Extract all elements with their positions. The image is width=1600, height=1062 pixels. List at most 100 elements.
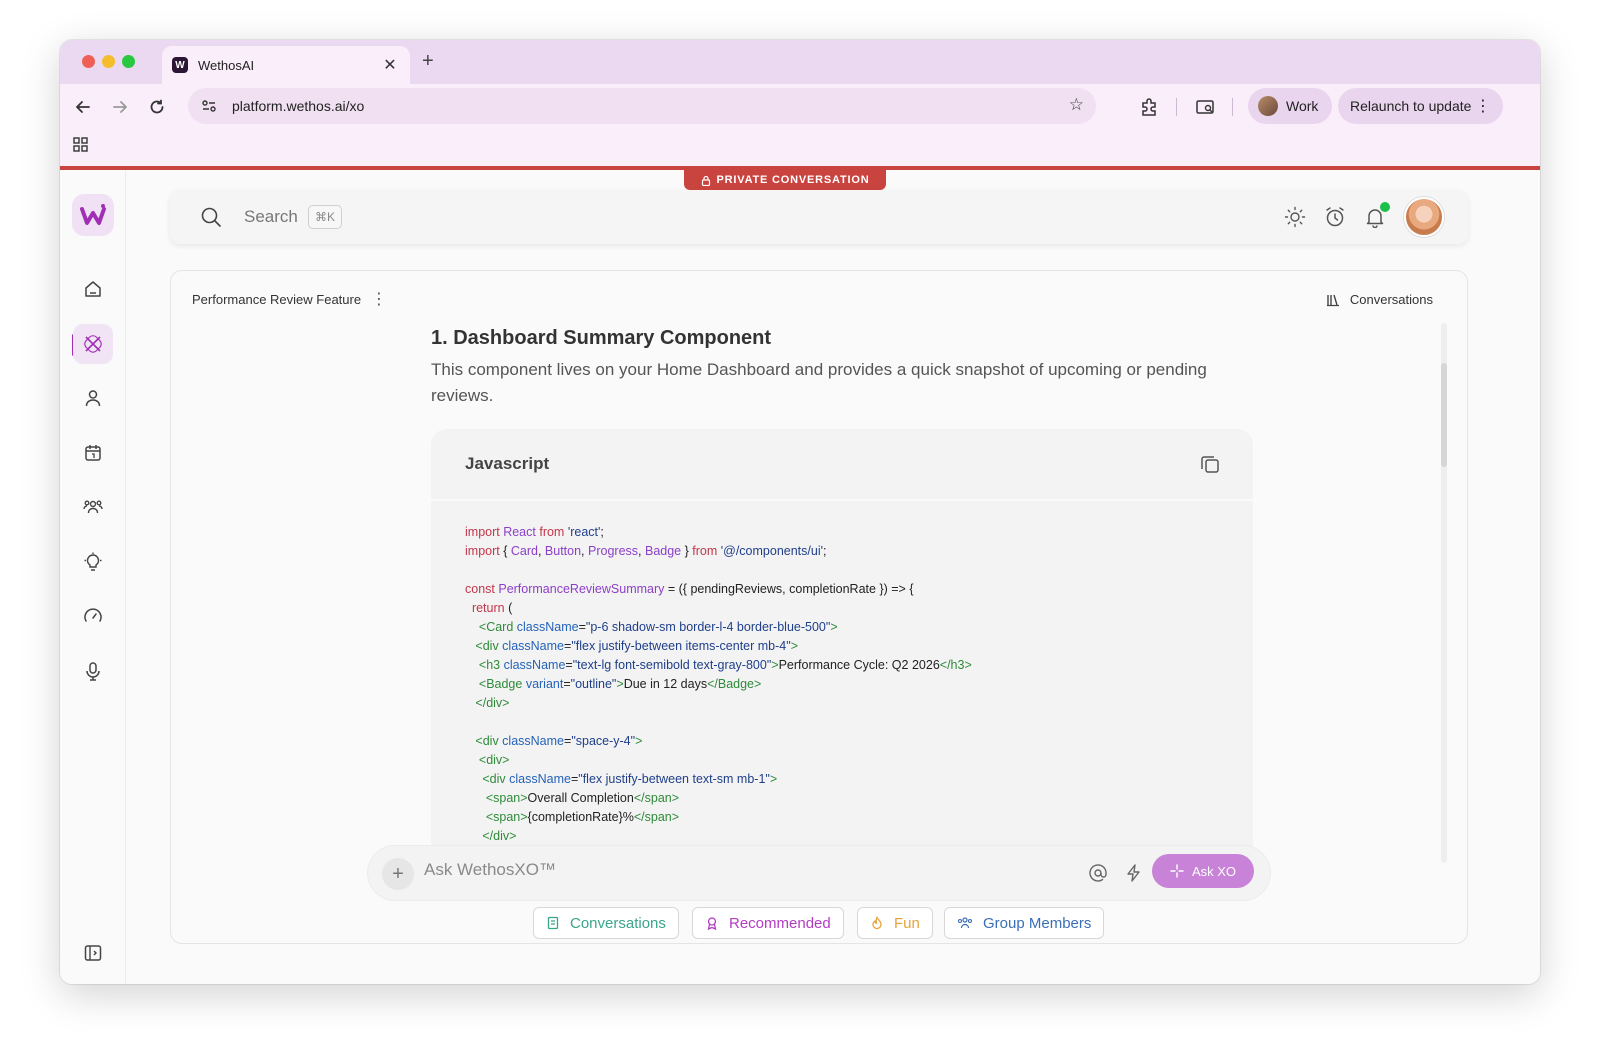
code-token: <Card [465,620,517,634]
browser-tab[interactable]: W WethosAI ✕ [162,46,410,84]
code-token: </Badge> [707,677,762,691]
sidebar-item-voice[interactable] [73,651,113,691]
code-token: <div [465,772,510,786]
sidebar-item-performance[interactable] [73,596,113,636]
conversations-link[interactable]: Conversations [1326,292,1433,307]
browser-menu-icon[interactable]: ⋮ [1475,96,1491,116]
chip-conversations[interactable]: Conversations [533,907,679,939]
code-block: Javascript import React from 'react'; imp… [431,429,1253,869]
code-token: <span> [465,810,528,824]
conversation-menu-icon[interactable]: ⋮ [371,289,387,309]
global-search-bar[interactable]: Search ⌘K [170,190,1468,244]
gauge-icon [84,608,102,622]
chip-fun[interactable]: Fun [857,907,933,939]
site-settings-icon[interactable] [200,97,218,115]
award-icon [707,917,717,930]
code-token: , [638,544,645,558]
sidebar-item-profile[interactable] [73,378,113,418]
code-token: <div [465,639,503,653]
chat-input[interactable] [424,860,1064,880]
apps-grid-icon[interactable] [72,136,90,154]
code-token: "flex justify-between text-sm mb-1" [578,772,770,786]
code-content: import React from 'react'; import { Card,… [465,523,972,846]
maximize-window-button[interactable] [122,55,135,68]
alarm-clock-icon[interactable] [1324,206,1346,228]
tab-search-icon[interactable] [1194,96,1216,118]
relaunch-button[interactable]: Relaunch to update ⋮ [1338,88,1503,124]
code-line: import { Card, Button, Progress, Badge }… [465,542,972,561]
minimize-window-button[interactable] [102,55,115,68]
code-token: </span> [633,791,680,805]
code-token: Due in 12 days [623,677,708,691]
ask-xo-label: Ask XO [1191,863,1237,879]
code-token: <Badge [465,677,526,691]
tab-close-icon[interactable]: ✕ [380,55,400,75]
profile-avatar [1258,96,1278,116]
sparkle-icon [1170,864,1184,878]
sidebar-item-ideas[interactable] [73,542,113,582]
browser-window: W WethosAI ✕ + platform.wethos.ai/xo ☆ W… [60,40,1540,984]
code-token: from [539,525,568,539]
code-token: React [503,525,540,539]
wethos-logo-icon[interactable] [72,194,114,236]
tab-title: WethosAI [198,57,255,73]
close-window-button[interactable] [82,55,95,68]
mention-at-icon[interactable] [1088,863,1108,883]
code-token: > [771,658,779,672]
code-line: </div> [465,694,972,713]
group-icon [957,917,973,929]
code-line: </div> [465,827,972,846]
code-token: Card [510,544,538,558]
reload-icon[interactable] [146,96,168,118]
search-placeholder: Search [244,207,298,226]
copy-icon[interactable] [1199,453,1221,475]
code-token: PerformanceReviewSummary [498,582,668,596]
attach-plus-button[interactable]: + [382,858,414,890]
sidebar-item-calendar[interactable] [73,433,113,473]
sidebar-item-xo[interactable] [73,324,113,364]
chip-group-members[interactable]: Group Members [944,907,1105,939]
chip-label: Group Members [983,914,1092,932]
profile-label: Work [1286,98,1319,114]
code-token: from [692,544,721,558]
sidebar-toggle-icon[interactable] [84,944,102,962]
scrollbar-thumb[interactable] [1441,363,1447,467]
sidebar-item-home[interactable] [73,269,113,309]
extensions-icon[interactable] [1138,96,1160,118]
profile-chip[interactable]: Work [1248,88,1332,124]
code-token: ; [600,525,604,539]
toolbar-divider [1176,98,1177,116]
code-token: className [516,620,579,634]
forward-arrow-icon[interactable] [109,96,131,118]
bookmark-star-icon[interactable]: ☆ [1069,95,1084,115]
code-line: <span>{completionRate}%</span> [465,808,972,827]
app-root: Search ⌘K Performance Review Feature ⋮ C… [60,170,1540,984]
code-token: > [616,677,624,691]
chip-recommended[interactable]: Recommended [692,907,844,939]
back-arrow-icon[interactable] [72,96,94,118]
home-icon [85,281,101,297]
code-token: "outline" [570,677,617,691]
code-token: "flex justify-between items-center mb-4" [571,639,791,653]
code-token: = ({ pendingReviews, completionRate }) =… [667,582,914,596]
address-bar[interactable]: platform.wethos.ai/xo ☆ [188,88,1096,124]
private-label: PRIVATE CONVERSATION [716,174,870,186]
lightning-icon[interactable] [1124,863,1144,883]
ask-xo-button[interactable]: Ask XO [1152,854,1254,888]
code-token: > [635,734,643,748]
chip-label: Conversations [570,914,666,932]
code-token: import [465,544,504,558]
section-heading: 1. Dashboard Summary Component [431,327,772,349]
code-token: = [565,658,573,672]
user-avatar[interactable] [1404,197,1444,237]
sidebar-item-team[interactable] [73,487,113,527]
code-block-header: Javascript [431,429,1253,501]
code-token: "space-y-4" [571,734,636,748]
code-token: "p-6 shadow-sm border-l-4 border-blue-50… [585,620,831,634]
theme-toggle-icon[interactable] [1284,206,1306,228]
code-token: Badge [644,544,685,558]
new-tab-icon[interactable]: + [422,50,434,73]
document-icon [547,916,559,930]
conversations-link-label: Conversations [1349,292,1433,307]
